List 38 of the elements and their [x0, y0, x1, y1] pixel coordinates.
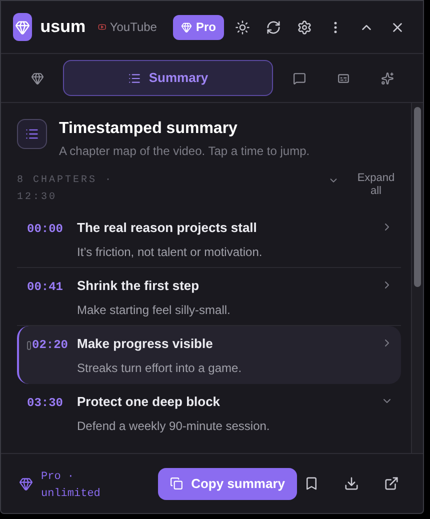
gem-icon: [19, 476, 33, 490]
playing-marker: [27, 340, 31, 350]
app-name: usum: [40, 16, 86, 38]
chapter-summary: Make starting feel silly-small.: [77, 302, 232, 318]
expand-all-button[interactable]: Expand all: [351, 172, 401, 198]
chapter-title: The real reason projects stall: [77, 219, 258, 237]
chapter-summary: It’s friction, not talent or motivation.: [77, 244, 264, 260]
timestamp-link[interactable]: 00:41: [27, 278, 64, 296]
scrollbar-thumb[interactable]: [414, 107, 421, 287]
chapter-row[interactable]: 02:20 Make progress visible Streaks turn effort into a game.: [17, 326, 401, 384]
timestamp-link[interactable]: 00:00: [27, 220, 64, 238]
source-label: YouTube: [110, 19, 157, 36]
list-icon: [128, 72, 141, 84]
youtube-icon: [98, 21, 106, 33]
summary-tab[interactable]: Summary: [63, 60, 273, 96]
plan-label: Pro · unlimited: [41, 470, 102, 502]
chapter-row[interactable]: 03:30 Protect one deep block Defend a weekly 90-minute session.: [17, 384, 401, 442]
pro-button[interactable]: Pro: [172, 14, 224, 40]
section-title: Timestamped summary: [59, 119, 238, 139]
chapter-count: 8 CHAPTERS · 12:30: [17, 174, 114, 205]
timestamp-link[interactable]: 03:30: [27, 394, 64, 412]
gem-icon: [30, 72, 44, 84]
gem-icon: [180, 22, 192, 32]
chat-icon: [292, 72, 306, 84]
copy-icon: [170, 477, 184, 490]
captions-icon: [336, 72, 350, 84]
chapter-summary: Streaks turn effort into a game.: [77, 360, 243, 376]
chapter-row[interactable]: 00:00 The real reason projects stall It’s friction, not talent or motivation.: [17, 210, 401, 268]
list-icon: [17, 119, 47, 149]
chapter-title: Shrink the first step: [77, 277, 200, 295]
chapter-summary: Defend a weekly 90-minute session.: [77, 418, 271, 434]
app-logo: [13, 13, 32, 41]
section-subtitle: A chapter map of the video. Tap a time to jump.: [59, 143, 310, 160]
copy-summary-button[interactable]: Copy summary: [158, 468, 297, 500]
timestamp-link[interactable]: 02:20: [32, 336, 68, 354]
chapter-title: Protect one deep block: [77, 393, 222, 411]
chapter-title: Make progress visible: [77, 335, 214, 353]
sparkle-icon: [380, 72, 394, 84]
